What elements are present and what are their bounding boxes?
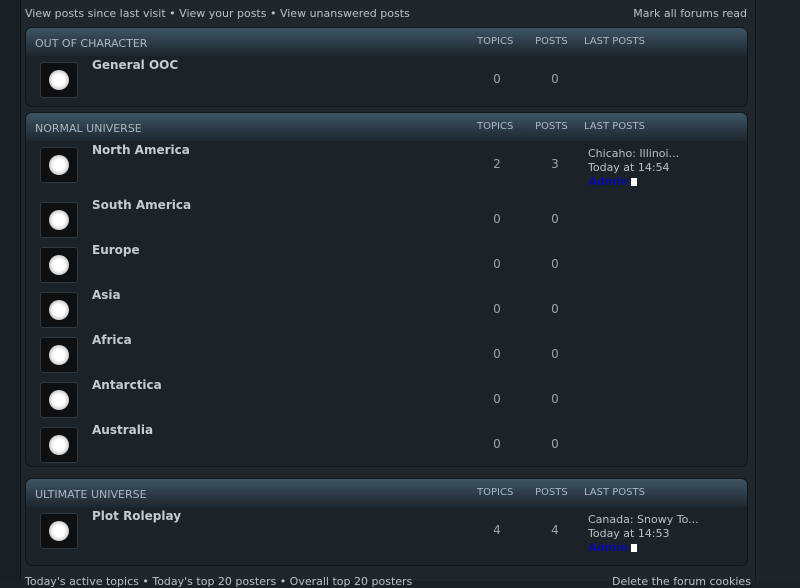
topics-count: 0	[493, 72, 501, 86]
forum-status-icon	[40, 427, 78, 463]
posts-count: 0	[551, 302, 559, 316]
view-your-posts-link[interactable]: View your posts	[179, 7, 266, 20]
posts-header: POSTS	[535, 36, 568, 47]
topics-count: 2	[493, 157, 501, 171]
view-new-posts-link[interactable]: View posts since last visit	[25, 7, 166, 20]
forum-row: South America 0 0	[26, 196, 747, 241]
category-header: ULTIMATE UNIVERSE TOPICS POSTS LAST POST…	[26, 479, 747, 507]
posts-count: 0	[551, 212, 559, 226]
quick-links: View posts since last visit • View your …	[25, 7, 410, 20]
topics-count: 0	[493, 347, 501, 361]
forum-status-icon	[40, 382, 78, 418]
topics-count: 0	[493, 392, 501, 406]
topics-count: 0	[493, 302, 501, 316]
last-post-time: Today at 14:53	[588, 527, 670, 540]
posts-count: 3	[551, 157, 559, 171]
delete-cookies-link[interactable]: Delete the forum cookies	[612, 575, 751, 588]
category-title[interactable]: ULTIMATE UNIVERSE	[35, 488, 147, 501]
forum-status-icon	[40, 247, 78, 283]
mark-all-read-link[interactable]: Mark all forums read	[633, 7, 747, 20]
last-posts-header: LAST POSTS	[584, 487, 645, 498]
last-posts-header: LAST POSTS	[584, 36, 645, 47]
last-posts-header: LAST POSTS	[584, 121, 645, 132]
topics-count: 0	[493, 437, 501, 451]
separator: •	[266, 7, 280, 20]
topics-count: 0	[493, 257, 501, 271]
posts-count: 0	[551, 347, 559, 361]
forum-name-link[interactable]: North America	[92, 143, 190, 157]
forum-status-icon	[40, 147, 78, 183]
category-title[interactable]: OUT OF CHARACTER	[35, 37, 147, 50]
last-post: Chicaho: Illinoi... Today at 14:54 Admin	[588, 147, 679, 189]
last-post-title-link[interactable]: Canada: Snowy To...	[588, 513, 699, 527]
topics-count: 4	[493, 523, 501, 537]
topics-header: TOPICS	[477, 121, 514, 132]
topics-header: TOPICS	[477, 36, 514, 47]
category-panel: ULTIMATE UNIVERSE TOPICS POSTS LAST POST…	[25, 478, 748, 566]
forum-row: Asia 0 0	[26, 286, 747, 331]
footer-links[interactable]: Today's active topics • Today's top 20 p…	[25, 575, 412, 588]
forum-name-link[interactable]: Plot Roleplay	[92, 509, 181, 523]
forum-status-icon	[40, 513, 78, 549]
last-post-author-link[interactable]: Admin	[588, 175, 627, 188]
posts-count: 0	[551, 392, 559, 406]
topics-header: TOPICS	[477, 487, 514, 498]
forum-status-icon	[40, 62, 78, 98]
forum-name-link[interactable]: South America	[92, 198, 191, 212]
category-panel: OUT OF CHARACTER TOPICS POSTS LAST POSTS…	[25, 27, 748, 107]
posts-header: POSTS	[535, 487, 568, 498]
last-post-title-link[interactable]: Chicaho: Illinoi...	[588, 147, 679, 161]
category-header: OUT OF CHARACTER TOPICS POSTS LAST POSTS	[26, 28, 747, 56]
forum-status-icon	[40, 202, 78, 238]
posts-count: 0	[551, 72, 559, 86]
forum-name-link[interactable]: Asia	[92, 288, 121, 302]
forum-name-link[interactable]: Antarctica	[92, 378, 162, 392]
category-title[interactable]: NORMAL UNIVERSE	[35, 122, 142, 135]
posts-header: POSTS	[535, 121, 568, 132]
posts-count: 0	[551, 437, 559, 451]
last-post-time: Today at 14:54	[588, 161, 670, 174]
forum-status-icon	[40, 337, 78, 373]
go-to-post-icon[interactable]	[631, 178, 638, 186]
posts-count: 0	[551, 257, 559, 271]
category-header: NORMAL UNIVERSE TOPICS POSTS LAST POSTS	[26, 113, 747, 141]
forum-row: North America 2 3 Chicaho: Illinoi... To…	[26, 141, 747, 196]
right-margin	[755, 0, 800, 581]
left-margin	[0, 0, 21, 581]
last-post-author-link[interactable]: Admin	[588, 541, 627, 554]
forum-row: General OOC 0 0	[26, 56, 747, 106]
forum-row: Africa 0 0	[26, 331, 747, 376]
forum-name-link[interactable]: Europe	[92, 243, 140, 257]
forum-status-icon	[40, 292, 78, 328]
forum-row: Plot Roleplay 4 4 Canada: Snowy To... To…	[26, 507, 747, 565]
posts-count: 4	[551, 523, 559, 537]
forum-row: Australia 0 0	[26, 421, 747, 466]
last-post: Canada: Snowy To... Today at 14:53 Admin	[588, 513, 699, 555]
forum-row: Europe 0 0	[26, 241, 747, 286]
forum-name-link[interactable]: Africa	[92, 333, 132, 347]
topics-count: 0	[493, 212, 501, 226]
category-panel: NORMAL UNIVERSE TOPICS POSTS LAST POSTS …	[25, 112, 748, 467]
view-unanswered-link[interactable]: View unanswered posts	[280, 7, 410, 20]
forum-name-link[interactable]: Australia	[92, 423, 153, 437]
go-to-post-icon[interactable]	[631, 544, 638, 552]
forum-name-link[interactable]: General OOC	[92, 58, 178, 72]
separator: •	[165, 7, 180, 20]
forum-row: Antarctica 0 0	[26, 376, 747, 421]
